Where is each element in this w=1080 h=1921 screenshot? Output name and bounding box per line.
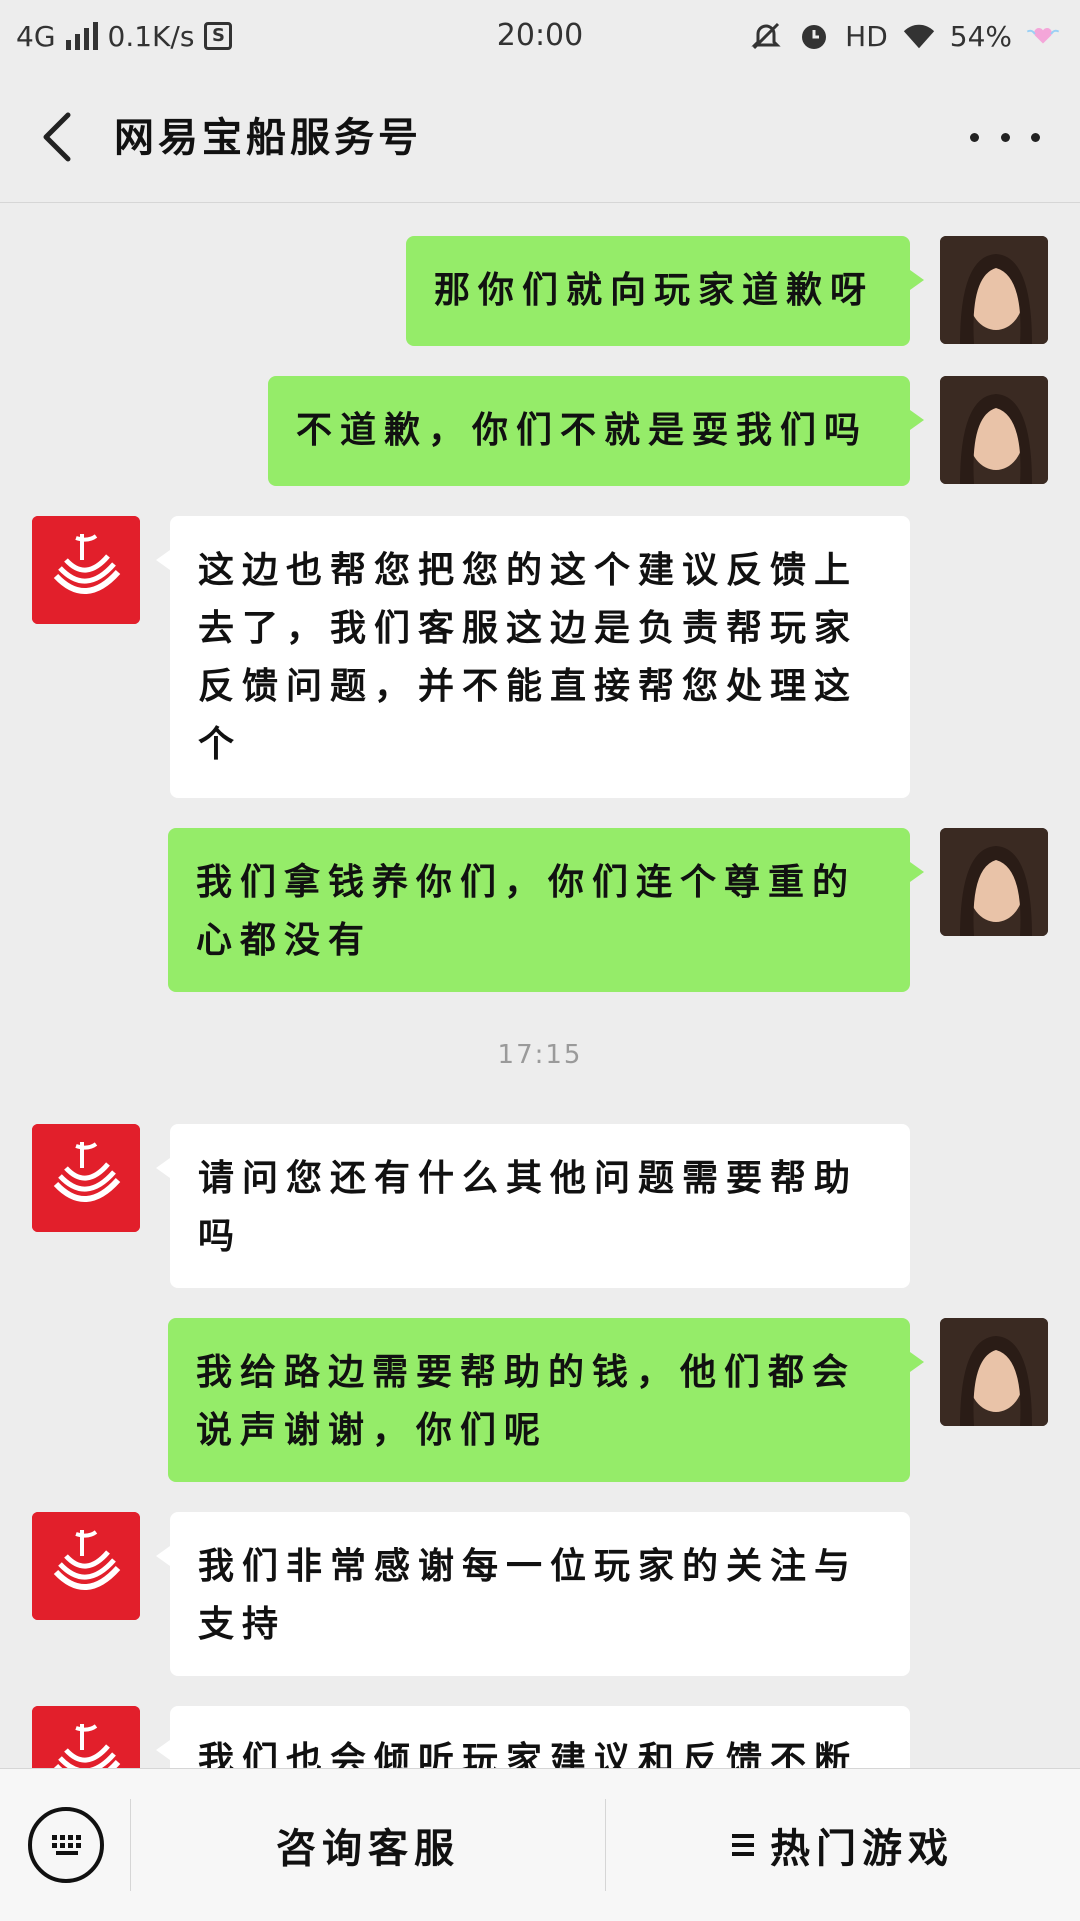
user-avatar[interactable] [940, 828, 1048, 936]
page-title: 网易宝船服务号 [114, 115, 422, 161]
chat-area[interactable]: 那你们就向玩家道歉呀 不道歉，你们不就是耍我们吗 这边也帮您把您的这个建议反馈上… [0, 203, 1080, 1768]
hot-games-menu[interactable]: 热门游戏 [606, 1769, 1080, 1921]
message-text: 我们非常感谢每一位玩家的关注与支持 [198, 1546, 859, 1645]
back-button[interactable] [30, 107, 90, 167]
more-dots-icon [970, 132, 979, 142]
menu-label: 咨询客服 [276, 1826, 460, 1872]
ship-logo-icon [32, 1124, 140, 1232]
consult-service-menu[interactable]: 咨询客服 [131, 1769, 605, 1921]
alarm-icon [797, 19, 831, 53]
message-text: 那你们就向玩家道歉呀 [434, 270, 875, 311]
ship-logo-icon [32, 1706, 140, 1768]
status-right: HD 54% [749, 14, 1060, 58]
nav-bar: 网易宝船服务号 [0, 72, 1080, 203]
message-text: 我们拿钱养你们，你们连个尊重的心都没有 [196, 862, 857, 961]
message-text: 请问您还有什么其他问题需要帮助吗 [198, 1158, 859, 1257]
message-text: 我们也会倾听玩家建议和反馈不断 [198, 1740, 859, 1768]
mute-icon [749, 19, 783, 53]
chat-timestamp: 17:15 [497, 1040, 583, 1070]
user-avatar[interactable] [940, 376, 1048, 484]
user-avatar[interactable] [940, 236, 1048, 344]
user-avatar[interactable] [940, 1318, 1048, 1426]
bottom-menu-bar: 咨询客服 热门游戏 [0, 1768, 1080, 1921]
message-text: 这边也帮您把您的这个建议反馈上去了，我们客服这边是负责帮玩家反馈问题，并不能直接… [198, 550, 859, 765]
hamburger-icon [732, 1834, 754, 1856]
official-avatar[interactable] [32, 1124, 140, 1232]
message-text: 我给路边需要帮助的钱，他们都会说声谢谢，你们呢 [196, 1352, 857, 1451]
official-avatar[interactable] [32, 1706, 140, 1768]
hd-label: HD [845, 19, 888, 53]
message-bubble-user[interactable]: 不道歉，你们不就是耍我们吗 [268, 376, 924, 486]
wifi-icon [902, 19, 936, 53]
message-text: 不道歉，你们不就是耍我们吗 [296, 410, 869, 451]
message-bubble-official[interactable]: 这边也帮您把您的这个建议反馈上去了，我们客服这边是负责帮玩家反馈问题，并不能直接… [156, 516, 910, 798]
battery-level: 54% [949, 19, 1012, 53]
official-avatar[interactable] [32, 1512, 140, 1620]
official-avatar[interactable] [32, 516, 140, 624]
message-bubble-user[interactable]: 我给路边需要帮助的钱，他们都会说声谢谢，你们呢 [168, 1318, 924, 1482]
message-bubble-user[interactable]: 那你们就向玩家道歉呀 [406, 236, 924, 346]
message-bubble-official[interactable]: 我们非常感谢每一位玩家的关注与支持 [156, 1512, 910, 1676]
message-bubble-user[interactable]: 我们拿钱养你们，你们连个尊重的心都没有 [168, 828, 924, 992]
chevron-left-icon [43, 112, 71, 162]
ship-logo-icon [32, 516, 140, 624]
message-bubble-official[interactable]: 请问您还有什么其他问题需要帮助吗 [156, 1124, 910, 1288]
keyboard-toggle-button[interactable] [28, 1807, 104, 1883]
menu-label: 热门游戏 [770, 1826, 954, 1872]
more-button[interactable] [970, 122, 1040, 152]
status-bar: 4G 0.1K/s S 20:00 HD 54% [0, 0, 1080, 72]
ship-logo-icon [32, 1512, 140, 1620]
heart-battery-icon [1026, 19, 1060, 53]
keyboard-icon [52, 1835, 81, 1855]
message-bubble-official[interactable]: 我们也会倾听玩家建议和反馈不断 [156, 1706, 910, 1768]
